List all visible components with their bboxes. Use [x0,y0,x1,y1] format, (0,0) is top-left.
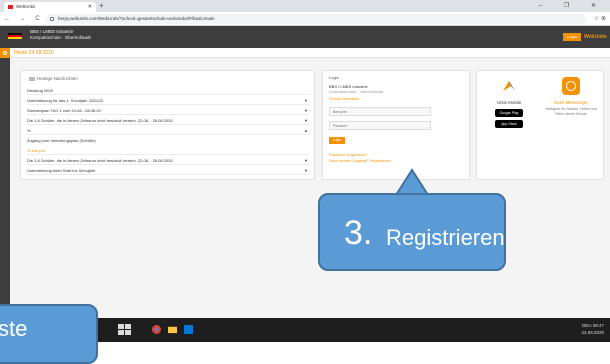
news-item[interactable]: Stundenplan TAG 1 vom 24.08 - 28.08.20 ▼ [27,106,310,115]
news-item[interactable]: Die 1-6 Schüler, die in diesen Zeitraum … [27,156,310,165]
url-text: herpy.webuntis.com/WebUntis/?school=gesa… [58,16,215,21]
sidebar [0,58,10,318]
untis-mobile-logo-icon [503,81,515,91]
header-login-button[interactable]: Login [563,33,581,41]
file-explorer-icon[interactable] [168,325,177,334]
today-date: Heute 24.08.2020 [14,50,54,56]
news-item-text: Unterstützung beim Start ins Schuljahr [27,168,96,173]
school-name: BBS I LMBS Industrie Kompaktschule · Obe… [30,29,91,41]
partial-callout-label: ste [0,316,28,341]
news-item-text: Deckung 2020 [27,88,53,93]
login-button[interactable]: Login [329,137,345,144]
register-row: Noch keinen Zugang? Registrieren [329,158,391,164]
home-icon[interactable] [0,48,10,58]
news-item-text: % [27,128,31,133]
news-item[interactable]: % ▲ [27,126,310,135]
callout-label: Registrieren [386,225,505,250]
news-item-text: Die 1-6 Schüler, die in diesen Zeitraum … [27,158,173,163]
profile-icons[interactable]: ☆ ⊕ [594,12,606,26]
news-item[interactable]: Unterstützung beim Start ins Schuljahr ▼ [27,166,310,175]
chevron-down-icon[interactable]: ▼ [304,166,308,175]
browser-tab[interactable]: WebUntis ✕ [4,2,96,12]
tab-title: WebUntis [16,4,36,9]
news-title: Heutige Nachrichten [37,76,78,81]
password-input[interactable] [329,121,431,130]
chevron-down-icon[interactable]: ▼ [304,106,308,115]
system-tray: DEU 08:47 24.08.2020 [581,322,604,336]
news-attachment-link[interactable]: % info.pdf [27,146,310,155]
store-icon[interactable] [184,325,193,334]
browser-tab-bar: WebUntis ✕ + – ❐ ✕ [0,0,610,12]
news-item[interactable]: Deckung 2020 [27,86,310,95]
news-card: Heutige Nachrichten Deckung 2020 Unterst… [20,70,315,180]
news-item-text: Unterstützung für das 1. Schuljahr 2020/… [27,98,104,103]
callout-number: 3. [344,214,373,252]
no-access-text: Noch keinen Zugang? [329,158,369,163]
chevron-down-icon[interactable]: ▼ [304,116,308,125]
google-play-badge[interactable]: Google Play [495,109,523,117]
app-store-badge[interactable]: App Store [495,120,523,128]
address-bar-row: ← → C herpy.webuntis.com/WebUntis/?schoo… [0,12,610,26]
login-title: Login [329,75,339,80]
chevron-down-icon[interactable]: ▼ [304,96,308,105]
school-line-2: Kompaktschule · Oberhofstadt [30,35,91,40]
chevron-down-icon[interactable]: ▼ [304,156,308,165]
untis-mobile-section: Untis Mobile Google Play App Store [479,71,539,179]
chrome-icon[interactable] [152,325,161,334]
windows-start-icon[interactable] [118,324,132,336]
change-school-link[interactable]: Schule wechseln [329,96,359,102]
username-input[interactable] [329,107,431,116]
login-card: Login BBS I LMBS Industrie Kompaktschule… [322,70,470,180]
news-item[interactable]: Die 1-6 Schüler, die in diesen Zeitraum … [27,116,310,125]
messenger-logo-icon [562,77,580,95]
messenger-description: Verfügbar für Schüler, Lehrer und Eltern… [545,107,597,116]
language-indicator[interactable]: DEU [582,323,592,328]
brand-logo: WebUntis [584,34,607,40]
untis-mobile-title: Untis Mobile [496,100,522,105]
news-item-text: Die 1-6 Schüler, die in diesen Zeitraum … [27,118,173,123]
register-link[interactable]: Registrieren [369,158,391,163]
close-tab-icon[interactable]: ✕ [88,2,92,12]
news-item-text: Zugang zum Vertretungsplan (Schüler) [27,138,96,143]
untis-messenger-title: Untis Messenger [554,100,588,105]
news-header: Heutige Nachrichten [29,75,78,83]
clock-time[interactable]: 08:47 [593,323,604,328]
favicon-icon [8,5,13,9]
news-item[interactable]: Unterstützung für das 1. Schuljahr 2020/… [27,96,310,105]
chevron-up-icon[interactable]: ▲ [304,126,308,135]
nav-buttons[interactable]: ← → C [4,12,44,26]
news-item-text: Stundenplan TAG 1 vom 24.08 - 28.08.20 [27,108,101,113]
flag-icon [8,33,22,39]
apps-card: Untis Mobile Google Play App Store Untis… [476,70,604,180]
url-field[interactable]: herpy.webuntis.com/WebUntis/?school=gesa… [46,14,586,24]
news-icon [29,76,35,81]
news-item-text: % info.pdf [27,148,45,153]
news-item[interactable]: Zugang zum Vertretungsplan (Schüler) [27,136,310,145]
clock-date[interactable]: 24.08.2020 [581,330,604,335]
register-callout: 3. Registrieren [318,193,506,271]
untis-messenger-section: Untis Messenger Verfügbar für Schüler, L… [541,71,601,179]
partial-callout: ste [0,304,98,364]
lock-icon [50,17,54,21]
date-bar: Heute 24.08.2020 [0,48,610,58]
new-tab-button[interactable]: + [99,1,104,11]
app-header: BBS I LMBS Industrie Kompaktschule · Obe… [0,26,610,48]
login-school-sub: Kompaktschule · Oberhofstadt [329,89,384,94]
window-controls[interactable]: – ❐ ✕ [539,0,606,12]
